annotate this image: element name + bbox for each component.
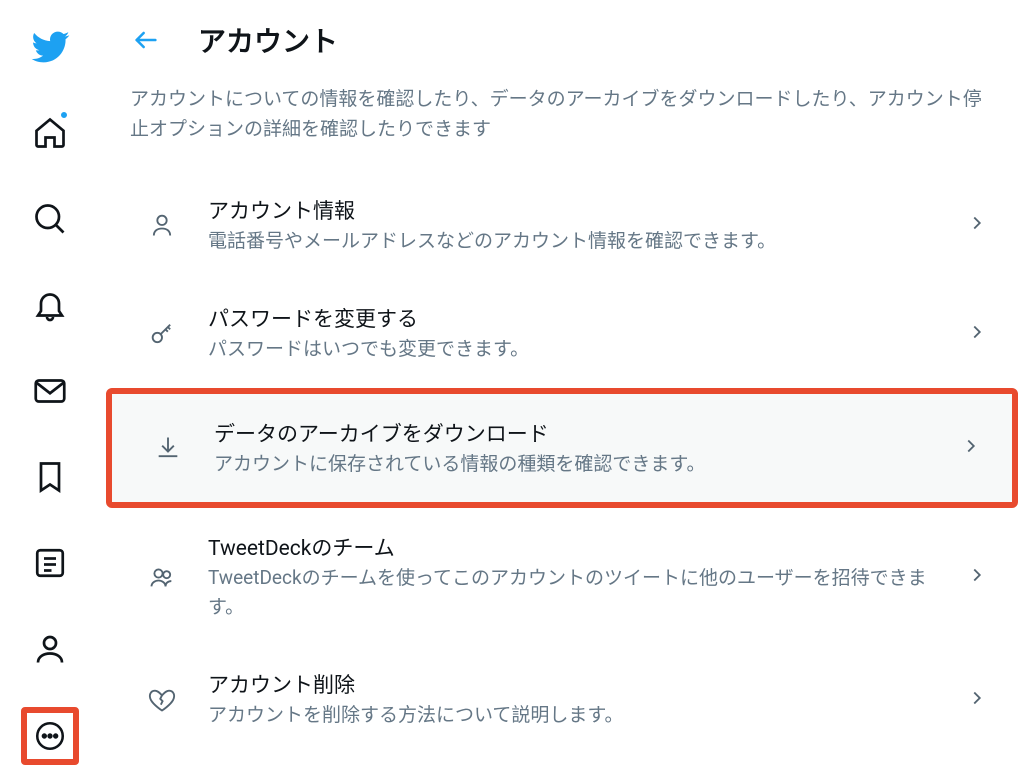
option-title: アカウント削除 [208,669,950,699]
option-desc: 電話番号やメールアドレスなどのアカウント情報を確認できます。 [208,227,950,256]
chevron-right-icon [966,687,988,713]
nav-logo[interactable] [21,18,79,76]
option-desc: パスワードはいつでも変更できます。 [208,335,950,364]
option-title: TweetDeckのチーム [208,532,950,562]
option-deactivate-account[interactable]: アカウント削除 アカウントを削除する方法について説明します。 [100,645,1024,754]
options-list: アカウント情報 電話番号やメールアドレスなどのアカウント情報を確認できます。 パ… [100,171,1024,754]
bell-icon [32,287,68,323]
option-title: アカウント情報 [208,195,950,225]
broken-heart-icon [140,686,184,714]
person-icon [32,631,68,667]
chevron-right-icon [966,564,988,590]
option-desc: TweetDeckのチームを使ってこのアカウントのツイートに他のユーザーを招待で… [208,564,950,621]
back-button[interactable] [124,18,168,62]
sidebar [0,0,100,783]
option-desc: アカウントに保存されている情報の種類を確認できます。 [214,450,944,479]
nav-messages[interactable] [21,362,79,420]
option-text: アカウント情報 電話番号やメールアドレスなどのアカウント情報を確認できます。 [208,195,950,256]
search-icon [32,201,68,237]
nav-notifications[interactable] [21,276,79,334]
page-description: アカウントについての情報を確認したり、データのアーカイブをダウンロードしたり、ア… [100,84,1024,171]
nav-home[interactable] [21,104,79,162]
option-account-info[interactable]: アカウント情報 電話番号やメールアドレスなどのアカウント情報を確認できます。 [100,171,1024,280]
bookmark-icon [32,459,68,495]
key-icon [140,320,184,348]
option-text: TweetDeckのチーム TweetDeckのチームを使ってこのアカウントのツ… [208,532,950,621]
download-icon [146,434,190,462]
option-desc: アカウントを削除する方法について説明します。 [208,701,950,730]
option-text: パスワードを変更する パスワードはいつでも変更できます。 [208,303,950,364]
nav-lists[interactable] [21,534,79,592]
chevron-right-icon [966,321,988,347]
option-title: データのアーカイブをダウンロード [214,418,944,448]
nav-profile[interactable] [21,620,79,678]
person-outline-icon [140,211,184,239]
envelope-icon [32,373,68,409]
option-change-password[interactable]: パスワードを変更する パスワードはいつでも変更できます。 [100,279,1024,388]
nav-more[interactable] [21,707,79,765]
more-icon [33,718,67,754]
option-download-archive[interactable]: データのアーカイブをダウンロード アカウントに保存されている情報の種類を確認でき… [106,388,1018,509]
home-notification-dot [59,110,69,120]
home-icon [32,115,68,151]
arrow-left-icon [132,26,160,54]
people-icon [140,563,184,591]
twitter-logo-icon [30,27,70,67]
nav-explore[interactable] [21,190,79,248]
option-title: パスワードを変更する [208,303,950,333]
chevron-right-icon [960,435,982,461]
nav-bookmarks[interactable] [21,448,79,506]
page-title: アカウント [198,20,338,60]
chevron-right-icon [966,212,988,238]
option-text: アカウント削除 アカウントを削除する方法について説明します。 [208,669,950,730]
option-tweetdeck-teams[interactable]: TweetDeckのチーム TweetDeckのチームを使ってこのアカウントのツ… [100,508,1024,645]
list-icon [32,545,68,581]
page-header: アカウント [100,18,1024,84]
main-content: アカウント アカウントについての情報を確認したり、データのアーカイブをダウンロー… [100,0,1024,783]
option-text: データのアーカイブをダウンロード アカウントに保存されている情報の種類を確認でき… [214,418,944,479]
